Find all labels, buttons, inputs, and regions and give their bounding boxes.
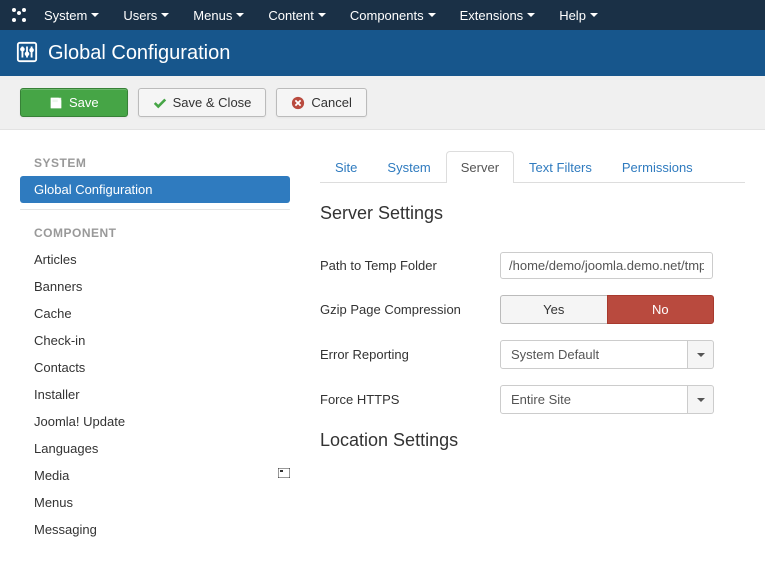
select-error-reporting[interactable]: System Default bbox=[500, 340, 714, 369]
content-area: SYSTEM Global Configuration COMPONENT Ar… bbox=[0, 130, 765, 573]
sidebar-item-joomla-update[interactable]: Joomla! Update bbox=[20, 408, 290, 435]
sidebar-item-languages[interactable]: Languages bbox=[20, 435, 290, 462]
sidebar-item-articles[interactable]: Articles bbox=[20, 246, 290, 273]
main-panel: Site System Server Text Filters Permissi… bbox=[320, 150, 745, 553]
sidebar-item-menus[interactable]: Menus bbox=[20, 489, 290, 516]
nav-content[interactable]: Content bbox=[260, 8, 334, 23]
tab-server[interactable]: Server bbox=[446, 151, 514, 183]
label-error-reporting: Error Reporting bbox=[320, 347, 500, 362]
save-close-button[interactable]: Save & Close bbox=[138, 88, 267, 117]
nav-components[interactable]: Components bbox=[342, 8, 444, 23]
label-force-https: Force HTTPS bbox=[320, 392, 500, 407]
page-header: Global Configuration bbox=[0, 30, 765, 76]
sidebar-heading-system: SYSTEM bbox=[20, 150, 290, 176]
tab-system[interactable]: System bbox=[372, 151, 445, 183]
sidebar-item-checkin[interactable]: Check-in bbox=[20, 327, 290, 354]
sidebar-item-contacts[interactable]: Contacts bbox=[20, 354, 290, 381]
check-icon bbox=[153, 96, 167, 110]
tab-bar: Site System Server Text Filters Permissi… bbox=[320, 150, 745, 183]
cancel-icon bbox=[291, 96, 305, 110]
sidebar-item-cache[interactable]: Cache bbox=[20, 300, 290, 327]
caret-down-icon bbox=[590, 13, 598, 17]
chevron-down-icon bbox=[688, 385, 714, 414]
select-force-https[interactable]: Entire Site bbox=[500, 385, 714, 414]
nav-help[interactable]: Help bbox=[551, 8, 606, 23]
tab-text-filters[interactable]: Text Filters bbox=[514, 151, 607, 183]
page-title: Global Configuration bbox=[48, 42, 230, 65]
save-button[interactable]: Save bbox=[20, 88, 128, 117]
toggle-gzip-yes[interactable]: Yes bbox=[500, 295, 607, 324]
tab-site[interactable]: Site bbox=[320, 151, 372, 183]
sidebar-item-messaging[interactable]: Messaging bbox=[20, 516, 290, 543]
toolbar: Save Save & Close Cancel bbox=[0, 76, 765, 130]
input-tmp-path[interactable] bbox=[500, 252, 713, 279]
badge-icon bbox=[278, 466, 290, 481]
joomla-logo-icon[interactable] bbox=[10, 6, 28, 24]
tab-permissions[interactable]: Permissions bbox=[607, 151, 708, 183]
sidebar-item-media[interactable]: Media bbox=[20, 462, 290, 489]
caret-down-icon bbox=[236, 13, 244, 17]
sidebar-item-global-configuration[interactable]: Global Configuration bbox=[20, 176, 290, 203]
caret-down-icon bbox=[91, 13, 99, 17]
sidebar-divider bbox=[20, 209, 290, 210]
nav-system[interactable]: System bbox=[36, 8, 107, 23]
chevron-down-icon bbox=[688, 340, 714, 369]
sidebar-item-installer[interactable]: Installer bbox=[20, 381, 290, 408]
section-server-settings: Server Settings bbox=[320, 203, 745, 224]
top-nav: System Users Menus Content Components Ex… bbox=[0, 0, 765, 30]
cancel-button[interactable]: Cancel bbox=[276, 88, 366, 117]
nav-extensions[interactable]: Extensions bbox=[452, 8, 544, 23]
caret-down-icon bbox=[428, 13, 436, 17]
toggle-gzip-no[interactable]: No bbox=[607, 295, 715, 324]
nav-users[interactable]: Users bbox=[115, 8, 177, 23]
caret-down-icon bbox=[161, 13, 169, 17]
caret-down-icon bbox=[318, 13, 326, 17]
sidebar-heading-component: COMPONENT bbox=[20, 220, 290, 246]
label-tmp-path: Path to Temp Folder bbox=[320, 258, 500, 273]
sidebar: SYSTEM Global Configuration COMPONENT Ar… bbox=[20, 150, 290, 553]
nav-menus[interactable]: Menus bbox=[185, 8, 252, 23]
label-gzip: Gzip Page Compression bbox=[320, 302, 500, 317]
equalizer-icon bbox=[16, 41, 38, 66]
apply-icon bbox=[49, 96, 63, 110]
section-location-settings: Location Settings bbox=[320, 430, 745, 451]
sidebar-item-banners[interactable]: Banners bbox=[20, 273, 290, 300]
caret-down-icon bbox=[527, 13, 535, 17]
toggle-gzip: Yes No bbox=[500, 295, 714, 324]
